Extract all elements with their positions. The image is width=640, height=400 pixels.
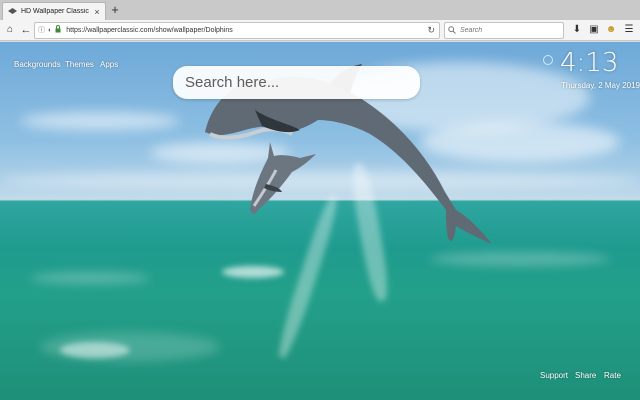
info-icon[interactable]: ⓘ [38, 26, 45, 36]
wallpaper-page: Backgrounds Themes Apps 4:13 Thursday, 2… [0, 42, 640, 400]
home-icon[interactable]: ⌂ [3, 23, 17, 37]
browser-search-input[interactable] [460, 27, 550, 34]
search-icon [448, 25, 456, 36]
search-box[interactable] [173, 66, 420, 99]
themes-link[interactable]: Themes [65, 60, 94, 69]
menu-icon[interactable]: ☰ [622, 23, 636, 37]
url-bar[interactable]: ⓘ ◐ https://wallpaperclassic.com/show/wa… [34, 22, 440, 39]
tab-hd-wallpaper[interactable]: HD Wallpaper Classic - Dolp × [2, 2, 106, 20]
sidebar-icon[interactable]: ▣ [587, 23, 601, 37]
wallpaper-icon [7, 7, 17, 17]
apps-link[interactable]: Apps [100, 60, 118, 69]
support-link[interactable]: Support [540, 371, 568, 380]
extension-icon[interactable]: ☻ [604, 23, 618, 37]
clock-date: Thursday, 2 May 2019 [561, 81, 640, 90]
shield-icon[interactable]: ◐ [48, 26, 52, 36]
back-icon[interactable]: ← [19, 23, 33, 37]
tab-title: HD Wallpaper Classic - Dolp [21, 8, 90, 15]
search-input[interactable] [173, 66, 420, 99]
new-tab-button[interactable]: + [109, 3, 121, 17]
search-bar[interactable] [444, 22, 564, 39]
navigation-bar: ⌂ ← ⓘ ◐ https://wallpaperclassic.com/sho… [0, 20, 640, 41]
tab-strip: HD Wallpaper Classic - Dolp × + [0, 0, 640, 20]
settings-icon[interactable] [543, 55, 553, 65]
url-text[interactable]: https://wallpaperclassic.com/show/wallpa… [66, 27, 233, 34]
backgrounds-link[interactable]: Backgrounds [14, 60, 61, 69]
lock-icon[interactable] [55, 24, 61, 37]
close-icon[interactable]: × [93, 7, 101, 17]
reload-icon[interactable]: ↻ [427, 25, 435, 36]
download-icon[interactable]: ⬇ [570, 23, 584, 37]
clock-time: 4:13 [560, 48, 619, 78]
share-link[interactable]: Share [575, 371, 596, 380]
rate-link[interactable]: Rate [604, 371, 621, 380]
